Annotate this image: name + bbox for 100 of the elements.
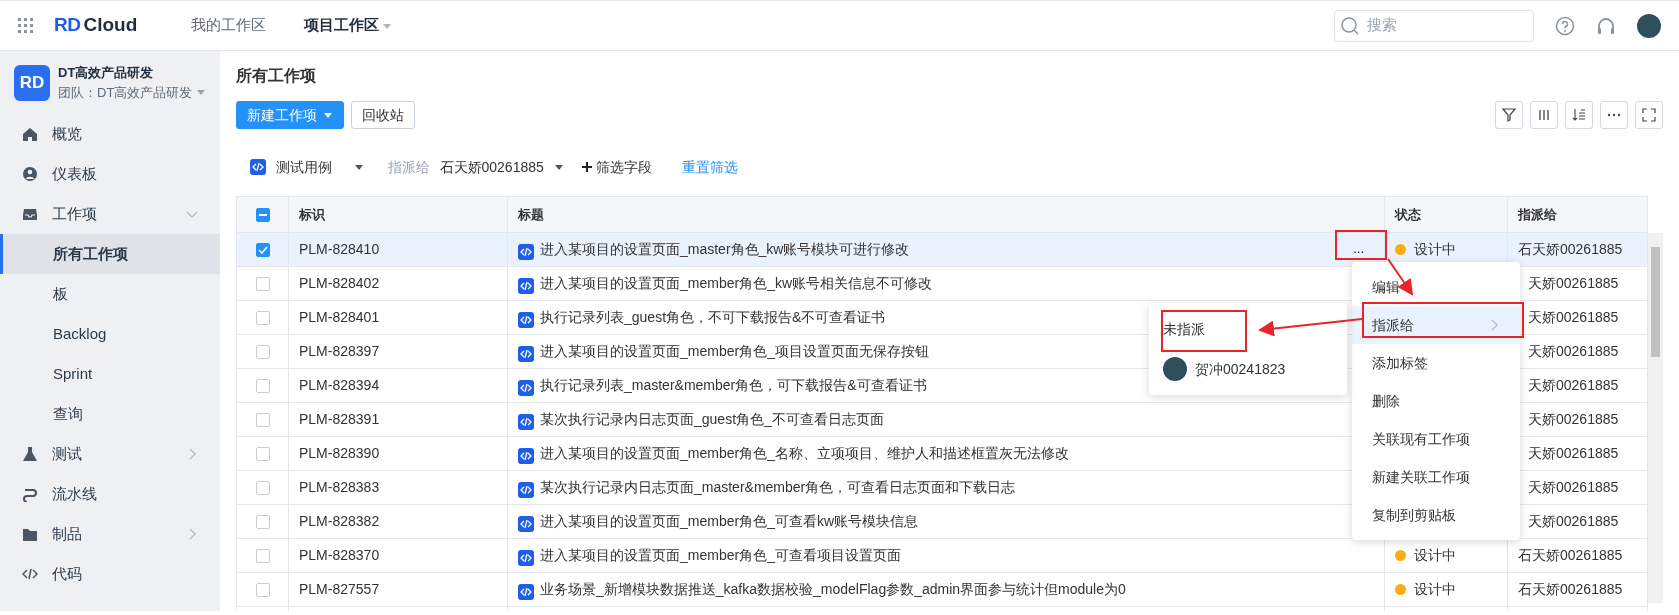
fullscreen-button[interactable]: [1635, 101, 1663, 129]
code-icon: [22, 566, 38, 582]
checkbox[interactable]: [255, 413, 270, 428]
item-id[interactable]: PLM-828382: [299, 513, 380, 529]
checkbox[interactable]: [255, 481, 270, 496]
status-text: 设计中: [1414, 547, 1456, 563]
sidebar-item[interactable]: 测试: [0, 434, 220, 474]
sort-icon: [1571, 107, 1587, 123]
checkbox[interactable]: [255, 277, 270, 292]
sidebar-item[interactable]: 查询: [0, 394, 220, 434]
sidebar-item[interactable]: 工作项: [0, 194, 220, 234]
menu-item[interactable]: 新建关联工作项: [1352, 458, 1520, 496]
project-name: DT高效产品研发: [58, 64, 155, 82]
checkbox[interactable]: [255, 583, 270, 598]
item-id[interactable]: PLM-828391: [299, 411, 380, 427]
menu-item[interactable]: 未指派: [1149, 309, 1347, 349]
checkbox[interactable]: [255, 243, 270, 258]
checkbox[interactable]: [255, 345, 270, 360]
nav-tab[interactable]: 项目工作区: [304, 14, 393, 37]
sidebar-item[interactable]: 概览: [0, 114, 220, 154]
item-id[interactable]: PLM-828410: [299, 241, 380, 257]
home-icon: [22, 126, 38, 142]
assignee-text: 石天娇00261885: [1518, 547, 1623, 563]
recycle-bin-button[interactable]: 回收站: [351, 101, 415, 129]
columns-button[interactable]: [1530, 101, 1558, 129]
logo-mark: RD: [54, 13, 81, 38]
sidebar-item[interactable]: 制品: [0, 514, 220, 554]
item-id[interactable]: PLM-828383: [299, 479, 380, 495]
sidebar-item[interactable]: 代码: [0, 554, 220, 594]
nav-tab[interactable]: 我的工作区: [191, 14, 267, 37]
search-field[interactable]: 搜索: [1334, 9, 1534, 42]
add-filter-button[interactable]: 筛选字段: [580, 156, 653, 178]
team-selector[interactable]: 团队：DT高效产品研发: [58, 82, 193, 102]
project-logo: RD: [14, 64, 50, 101]
test-case-icon: [518, 516, 534, 532]
menu-item[interactable]: 指派给: [1352, 306, 1520, 344]
menu-item[interactable]: 编辑: [1352, 268, 1520, 306]
sidebar-item[interactable]: Sprint: [0, 354, 220, 394]
checkbox[interactable]: [255, 311, 270, 326]
menu-item[interactable]: 关联现有工作项: [1352, 420, 1520, 458]
type-filter[interactable]: 测试用例: [250, 156, 332, 178]
item-title[interactable]: 执行记录列表_guest角色，不可下载报告&不可查看证书: [540, 309, 886, 325]
checkbox[interactable]: [255, 447, 270, 462]
sidebar-item[interactable]: 所有工作项: [0, 234, 220, 274]
sidebar-item[interactable]: 流水线: [0, 474, 220, 514]
menu-item[interactable]: 删除: [1352, 382, 1520, 420]
more-button[interactable]: [1600, 101, 1628, 129]
item-id[interactable]: PLM-828402: [299, 275, 380, 291]
menu-item[interactable]: 复制到剪贴板: [1352, 496, 1520, 534]
checkbox[interactable]: [255, 515, 270, 530]
search-icon: [1341, 16, 1359, 35]
item-id[interactable]: PLM-828397: [299, 343, 380, 359]
checkbox[interactable]: [255, 379, 270, 394]
minus-icon: [258, 214, 267, 217]
sort-button[interactable]: [1565, 101, 1593, 129]
sidebar-item[interactable]: 仪表板: [0, 154, 220, 194]
menu-item[interactable]: 添加标签: [1352, 344, 1520, 382]
sidebar-item[interactable]: 板: [0, 274, 220, 314]
test-case-icon: [518, 414, 534, 430]
inbox-icon: [22, 206, 38, 222]
assignee-text: 石天娇00261885: [1518, 581, 1623, 597]
column-header: 指派给: [1518, 206, 1557, 222]
filter-label: 指派给: [387, 157, 430, 177]
item-id[interactable]: PLM-828370: [299, 547, 380, 563]
assignee-text: 天娇00261885: [1528, 411, 1619, 427]
item-title[interactable]: 进入某项目的设置页面_member角色_可查看项目设置页面: [540, 547, 901, 563]
assignee-filter[interactable]: 石天娇00261885: [439, 156, 544, 178]
headset-icon[interactable]: [1596, 15, 1616, 36]
checkbox[interactable]: [255, 208, 270, 223]
item-id[interactable]: PLM-828394: [299, 377, 380, 393]
assignee-text: 天娇00261885: [1528, 309, 1619, 325]
user-avatar: [1163, 357, 1187, 381]
apps-grid-icon[interactable]: [18, 18, 33, 33]
assignee-text: 天娇00261885: [1528, 479, 1619, 495]
test-case-icon: [518, 482, 534, 498]
assignee-text: 天娇00261885: [1528, 513, 1619, 529]
row-menu-button[interactable]: ...: [1343, 239, 1374, 259]
test-case-icon: [518, 448, 534, 464]
filter-icon: [1501, 107, 1517, 123]
folder-icon: [22, 526, 38, 542]
column-header: 标识: [299, 206, 325, 222]
item-id[interactable]: PLM-828401: [299, 309, 380, 325]
help-icon[interactable]: [1555, 15, 1575, 36]
columns-icon: [1536, 107, 1552, 123]
item-title[interactable]: 某次执行记录内日志页面_guest角色_不可查看日志页面: [540, 411, 884, 427]
pipeline-icon: [22, 486, 38, 502]
sidebar-item[interactable]: Backlog: [0, 314, 220, 354]
item-id[interactable]: PLM-827557: [299, 581, 380, 597]
item-id[interactable]: PLM-828390: [299, 445, 380, 461]
filter-button[interactable]: [1495, 101, 1523, 129]
status-dot: [1395, 244, 1406, 255]
caret-icon: [353, 163, 364, 171]
checkbox[interactable]: [255, 549, 270, 564]
scrollbar[interactable]: [1648, 233, 1663, 603]
status-text: 设计中: [1414, 241, 1456, 257]
menu-item[interactable]: 贺冲00241823: [1149, 349, 1347, 389]
page-title: 所有工作项: [236, 66, 317, 86]
item-title[interactable]: 进入某项目的设置页面_member角色_可查看kw账号模块信息: [540, 513, 919, 529]
item-title[interactable]: 进入某项目的设置页面_master角色_kw账号模块可进行修改: [540, 241, 910, 257]
user-avatar[interactable]: [1637, 13, 1661, 38]
